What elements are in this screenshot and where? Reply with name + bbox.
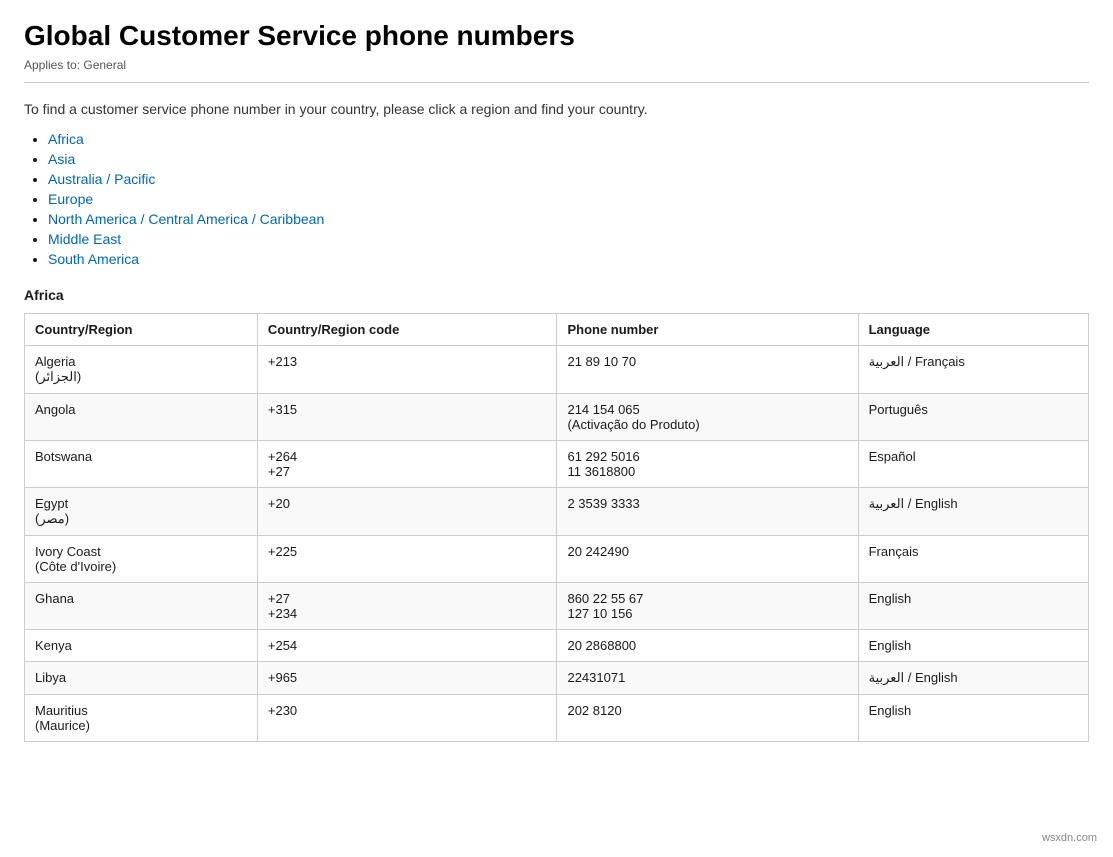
table-cell-phone: 860 22 55 67127 10 156	[557, 583, 858, 630]
table-cell-code: +225	[257, 536, 557, 583]
table-row: Kenya+25420 2868800English	[25, 630, 1089, 662]
table-cell-country: Botswana	[25, 441, 258, 488]
table-cell-phone: 214 154 065(Activação do Produto)	[557, 394, 858, 441]
table-cell-phone: 20 2868800	[557, 630, 858, 662]
table-cell-code: +264+27	[257, 441, 557, 488]
table-cell-code: +20	[257, 488, 557, 536]
intro-text: To find a customer service phone number …	[24, 101, 1089, 117]
table-cell-country: Egypt(مصر)	[25, 488, 258, 536]
table-cell-phone: 2 3539 3333	[557, 488, 858, 536]
table-cell-code: +213	[257, 346, 557, 394]
table-cell-language: Français	[858, 536, 1088, 583]
region-list-item: Middle East	[48, 231, 1089, 247]
table-cell-language: English	[858, 695, 1088, 742]
watermark: wsxdn.com	[1036, 829, 1103, 847]
table-cell-phone: 20 242490	[557, 536, 858, 583]
region-link[interactable]: South America	[48, 251, 139, 267]
region-link[interactable]: North America / Central America / Caribb…	[48, 211, 324, 227]
table-cell-language: العربية / English	[858, 662, 1088, 695]
table-cell-country: Ivory Coast(Côte d'Ivoire)	[25, 536, 258, 583]
page-title: Global Customer Service phone numbers	[24, 20, 1089, 52]
table-header: Country/RegionCountry/Region codePhone n…	[25, 314, 1089, 346]
table-cell-language: العربية / English	[858, 488, 1088, 536]
table-cell-phone: 202 8120	[557, 695, 858, 742]
table-row: Ghana+27+234860 22 55 67127 10 156Englis…	[25, 583, 1089, 630]
africa-section-title: Africa	[24, 287, 1089, 303]
table-row: Algeria(الجزائر)+21321 89 10 70العربية /…	[25, 346, 1089, 394]
africa-section: Africa Country/RegionCountry/Region code…	[24, 287, 1089, 742]
table-cell-code: +230	[257, 695, 557, 742]
region-link[interactable]: Europe	[48, 191, 93, 207]
table-column-header: Phone number	[557, 314, 858, 346]
region-link[interactable]: Middle East	[48, 231, 121, 247]
table-cell-code: +27+234	[257, 583, 557, 630]
region-link[interactable]: Australia / Pacific	[48, 171, 155, 187]
table-cell-language: Español	[858, 441, 1088, 488]
table-row: Angola+315214 154 065(Activação do Produ…	[25, 394, 1089, 441]
table-cell-code: +965	[257, 662, 557, 695]
header-divider	[24, 82, 1089, 83]
table-cell-country: Libya	[25, 662, 258, 695]
table-cell-phone: 21 89 10 70	[557, 346, 858, 394]
region-list-item: South America	[48, 251, 1089, 267]
africa-table: Country/RegionCountry/Region codePhone n…	[24, 313, 1089, 742]
table-body: Algeria(الجزائر)+21321 89 10 70العربية /…	[25, 346, 1089, 742]
table-row: Ivory Coast(Côte d'Ivoire)+22520 242490F…	[25, 536, 1089, 583]
table-cell-country: Ghana	[25, 583, 258, 630]
table-row: Botswana+264+2761 292 501611 3618800Espa…	[25, 441, 1089, 488]
table-column-header: Country/Region code	[257, 314, 557, 346]
table-row: Mauritius(Maurice)+230202 8120English	[25, 695, 1089, 742]
table-column-header: Language	[858, 314, 1088, 346]
table-column-header: Country/Region	[25, 314, 258, 346]
table-cell-language: English	[858, 630, 1088, 662]
table-cell-country: Mauritius(Maurice)	[25, 695, 258, 742]
table-cell-language: English	[858, 583, 1088, 630]
table-cell-code: +315	[257, 394, 557, 441]
table-cell-country: Angola	[25, 394, 258, 441]
region-list: Africa Asia Australia / Pacific Europe North…	[24, 131, 1089, 267]
table-cell-country: Kenya	[25, 630, 258, 662]
region-list-item: North America / Central America / Caribb…	[48, 211, 1089, 227]
applies-to-text: Applies to: General	[24, 58, 1089, 72]
region-list-item: Australia / Pacific	[48, 171, 1089, 187]
table-cell-code: +254	[257, 630, 557, 662]
table-cell-language: العربية / Français	[858, 346, 1088, 394]
table-cell-language: Português	[858, 394, 1088, 441]
region-list-item: Africa	[48, 131, 1089, 147]
table-cell-phone: 61 292 501611 3618800	[557, 441, 858, 488]
table-header-row: Country/RegionCountry/Region codePhone n…	[25, 314, 1089, 346]
region-list-item: Asia	[48, 151, 1089, 167]
table-row: Libya+96522431071العربية / English	[25, 662, 1089, 695]
region-link[interactable]: Asia	[48, 151, 75, 167]
table-cell-phone: 22431071	[557, 662, 858, 695]
table-cell-country: Algeria(الجزائر)	[25, 346, 258, 394]
table-row: Egypt(مصر)+202 3539 3333العربية / Englis…	[25, 488, 1089, 536]
region-link[interactable]: Africa	[48, 131, 84, 147]
region-list-item: Europe	[48, 191, 1089, 207]
